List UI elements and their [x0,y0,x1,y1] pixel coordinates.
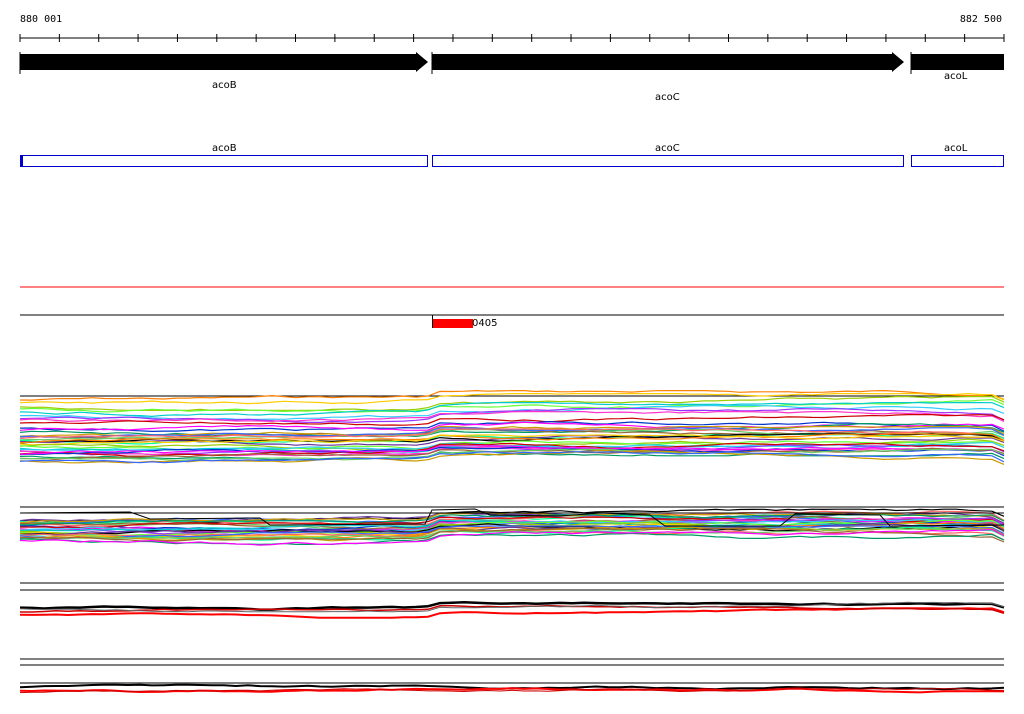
ruler-track [19,34,1005,42]
feature-label: 0405 [472,318,498,329]
cds-label-acoC: acoC [655,143,680,154]
coverage-track-3 [19,589,1005,660]
cds-box-acoC[interactable] [432,155,904,167]
feature-block[interactable] [433,319,473,328]
gene-arrow-acoC[interactable] [432,52,904,72]
gene-arrow-acoB[interactable] [20,52,428,72]
gene-label-acoC: acoC [655,92,680,103]
gene-track [19,52,1004,74]
cds-box-acoB[interactable] [20,155,428,167]
gene-arrow-acoL[interactable] [911,54,1004,70]
genome-browser-canvas [19,34,1005,694]
cds-label-acoB: acoB [212,143,237,154]
gene-label-acoL: acoL [944,71,968,82]
coverage-track-4 [19,664,1005,694]
coverage-track-2 [19,506,1005,584]
gene-label-acoB: acoB [212,80,237,91]
cds-label-acoL: acoL [944,143,968,154]
cds-track [20,155,1004,167]
coverage-track-1 [19,389,1005,465]
cds-box-acoL[interactable] [911,155,1004,167]
